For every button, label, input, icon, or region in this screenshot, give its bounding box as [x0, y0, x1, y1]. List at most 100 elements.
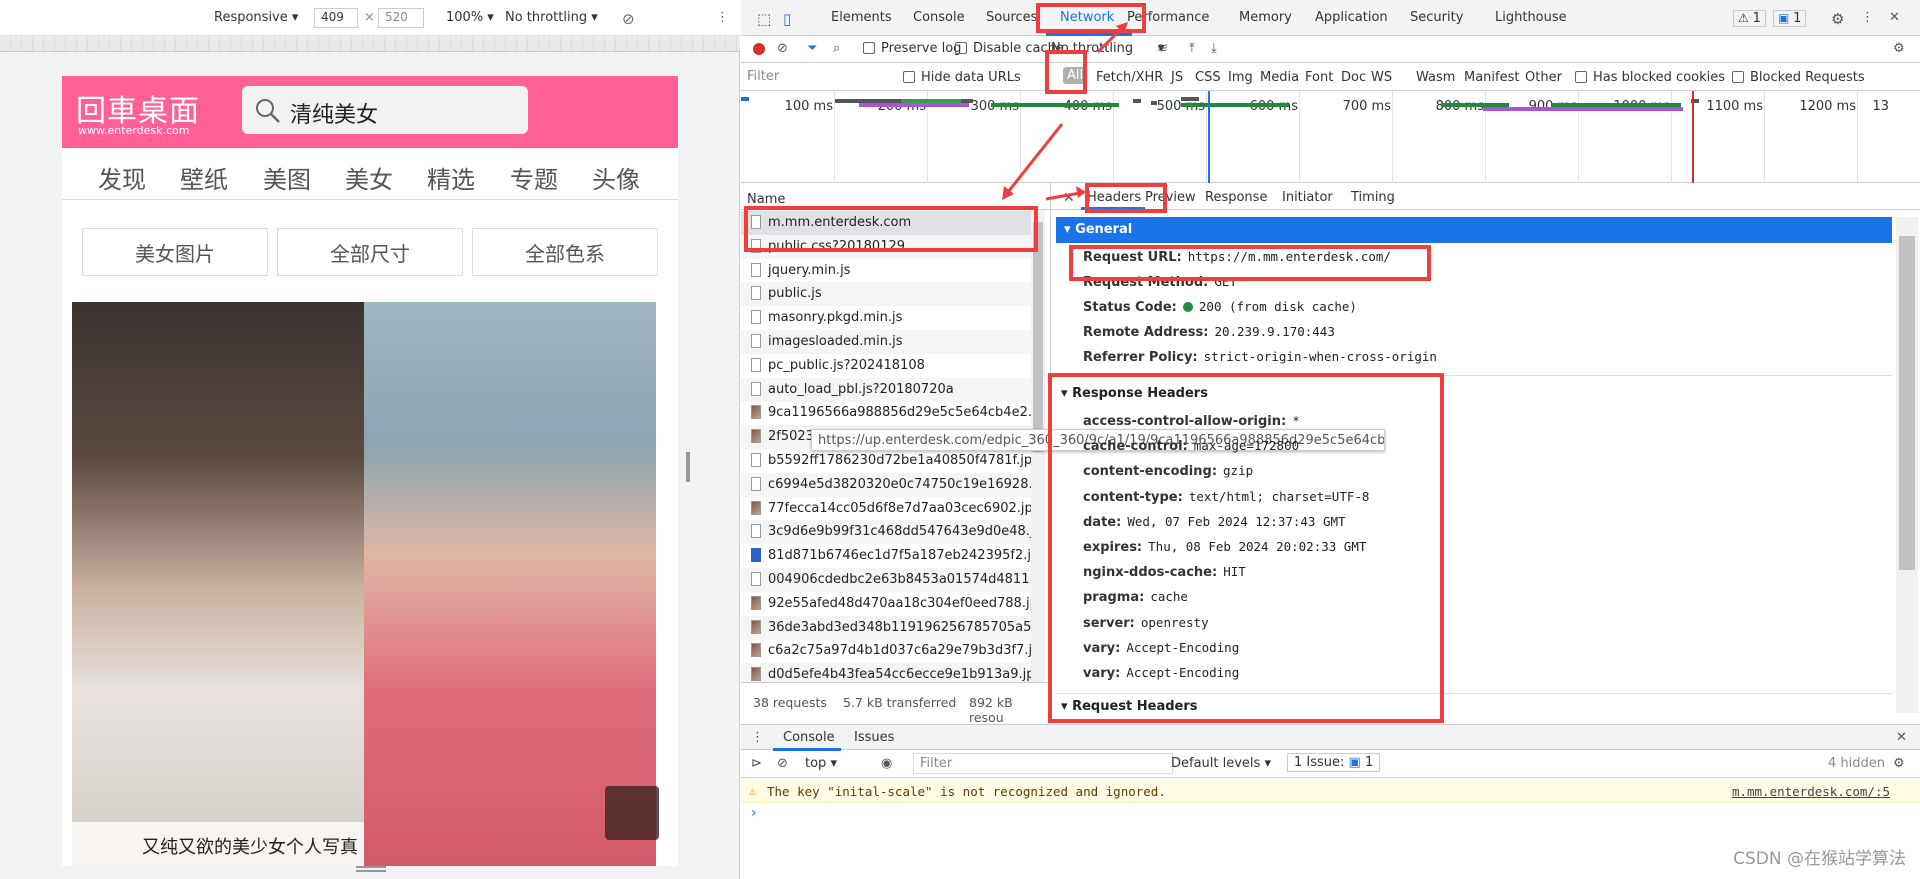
request-row[interactable]: 9ca1196566a988856d29e5c5e64cb4e2.jpg — [741, 401, 1031, 425]
has-blocked-cookies-checkbox[interactable]: Has blocked cookies — [1575, 70, 1725, 85]
photo-thumbnail[interactable] — [72, 302, 364, 822]
console-settings-icon[interactable]: ⚙ — [1893, 756, 1905, 771]
warnings-badge[interactable]: ⚠ 1 — [1733, 10, 1766, 27]
export-icon[interactable]: ⤓ — [1211, 41, 1217, 56]
preserve-log-checkbox[interactable]: Preserve log — [863, 41, 961, 56]
photo-thumbnail[interactable] — [364, 302, 656, 866]
nav-item[interactable]: 头像 — [592, 160, 640, 195]
tab-application[interactable]: Application — [1315, 10, 1388, 25]
log-levels-select[interactable]: Default levels ▾ — [1171, 756, 1271, 771]
nav-item[interactable]: 发现 — [98, 160, 146, 195]
filter-js[interactable]: JS — [1171, 70, 1183, 85]
resize-handle-right[interactable] — [686, 452, 690, 482]
request-row[interactable]: b5592ff1786230d72be1a40850f4781f.jpg — [741, 449, 1031, 473]
request-row[interactable]: pc_public.js?202418108 — [741, 354, 1031, 378]
back-to-top-button[interactable] — [605, 786, 659, 840]
filter-img[interactable]: Img — [1228, 70, 1253, 85]
nav-item[interactable]: 精选 — [427, 160, 475, 195]
hide-data-urls-checkbox[interactable]: Hide data URLs — [903, 70, 1021, 85]
filter-category[interactable]: 美女图片 — [82, 228, 268, 276]
request-row[interactable]: 81d871b6746ec1d7f5a187eb242395f2.jpg — [741, 544, 1031, 568]
network-conditions-icon[interactable]: ≋ — [1157, 41, 1168, 56]
request-row[interactable]: c6994e5d3820320e0c74750c19e16928.jpg — [741, 472, 1031, 497]
throttle-select[interactable]: No throttling ▾ — [505, 10, 598, 25]
clear-icon[interactable]: ⊘ — [777, 41, 788, 56]
settings-icon[interactable]: ⚙ — [1831, 10, 1844, 28]
import-icon[interactable]: ⤒ — [1189, 41, 1195, 56]
network-filter-input[interactable]: Filter — [747, 69, 897, 84]
request-row[interactable]: 92e55afed48d470aa18c304ef0eed788.jpg — [741, 592, 1031, 616]
tab-elements[interactable]: Elements — [831, 10, 892, 25]
filter-size[interactable]: 全部尺寸 — [277, 228, 463, 276]
device-select[interactable]: Responsive ▾ — [214, 10, 298, 25]
filter-font[interactable]: Font — [1305, 70, 1333, 85]
filter-icon[interactable]: ⏷ — [807, 41, 817, 56]
network-overview-timeline[interactable]: 100 ms 200 ms 300 ms 400 ms 500 ms 600 m… — [741, 91, 1920, 183]
more-icon[interactable]: ⋮ — [716, 10, 729, 25]
resize-handle-bottom[interactable] — [356, 866, 386, 872]
request-row[interactable]: public.js — [741, 282, 1031, 307]
tab-sources[interactable]: Sources — [986, 10, 1037, 25]
tab-memory[interactable]: Memory — [1239, 10, 1292, 25]
drawer-menu-icon[interactable]: ⋮ — [751, 730, 764, 745]
height-input[interactable]: 520 — [378, 8, 424, 28]
tab-console[interactable]: Console — [913, 10, 965, 25]
clear-console-icon[interactable]: ⊘ — [777, 756, 788, 771]
detail-scroll-thumb[interactable] — [1899, 236, 1915, 570]
request-row[interactable]: auto_load_pbl.js?20180720a — [741, 377, 1031, 402]
width-input[interactable]: 409 — [314, 8, 358, 28]
sidebar-toggle-icon[interactable]: ⊳ — [751, 756, 762, 771]
request-row[interactable]: imagesloaded.min.js — [741, 330, 1031, 354]
request-row[interactable]: 77fecca14cc05d6f8e7d7aa03cec6902.jpg — [741, 497, 1031, 521]
request-row[interactable]: masonry.pkgd.min.js — [741, 306, 1031, 330]
record-icon[interactable] — [753, 43, 765, 55]
filter-ws[interactable]: WS — [1371, 70, 1392, 85]
blocked-requests-checkbox[interactable]: Blocked Requests — [1732, 70, 1865, 85]
general-section-header[interactable]: ▾ General — [1056, 217, 1892, 243]
request-list-scroll-thumb[interactable] — [1033, 222, 1043, 452]
request-row[interactable]: 004906cdedbc2e63b8453a01574d4811.jpg — [741, 568, 1031, 592]
warning-source-link[interactable]: m.mm.enterdesk.com/:5 — [1732, 784, 1890, 799]
more-icon[interactable]: ⋮ — [1861, 10, 1874, 25]
drawer-tab-console[interactable]: Console — [783, 730, 835, 745]
filter-media[interactable]: Media — [1260, 70, 1299, 85]
tab-security[interactable]: Security — [1410, 10, 1463, 25]
request-row[interactable]: jquery.min.js — [741, 259, 1031, 283]
console-prompt-icon[interactable]: › — [751, 805, 757, 821]
close-detail-icon[interactable]: ✕ — [1063, 190, 1075, 206]
messages-badge[interactable]: ▣ 1 — [1773, 10, 1807, 27]
request-row[interactable]: 36de3abd3ed348b119196256785705a5.jpg — [741, 615, 1031, 640]
filter-manifest[interactable]: Manifest — [1464, 70, 1519, 85]
filter-wasm[interactable]: Wasm — [1416, 70, 1455, 85]
photo-caption[interactable]: 又纯又欲的美少女个人写真 — [72, 822, 364, 866]
tab-response[interactable]: Response — [1205, 190, 1267, 205]
tab-lighthouse[interactable]: Lighthouse — [1495, 10, 1567, 25]
network-settings-icon[interactable]: ⚙ — [1893, 41, 1905, 56]
device-toggle-icon[interactable]: ▯ — [783, 10, 791, 28]
search-input[interactable]: 清纯美女 — [242, 86, 528, 134]
rotate-icon[interactable]: ⊘ — [622, 10, 635, 28]
nav-item[interactable]: 美图 — [263, 160, 311, 195]
live-expression-icon[interactable]: ◉ — [881, 756, 892, 771]
context-select[interactable]: top ▾ — [805, 756, 837, 771]
filter-color[interactable]: 全部色系 — [472, 228, 658, 276]
request-row[interactable]: 3c9d6e9b99f31c468dd547643e9d0e48.jpg — [741, 520, 1031, 545]
tab-timing[interactable]: Timing — [1351, 190, 1395, 205]
filter-doc[interactable]: Doc — [1341, 70, 1366, 85]
filter-other[interactable]: Other — [1525, 70, 1562, 85]
filter-css[interactable]: CSS — [1195, 70, 1221, 85]
nav-item[interactable]: 专题 — [510, 160, 558, 195]
issues-button[interactable]: 1 Issue: ▣ 1 — [1287, 753, 1381, 772]
zoom-select[interactable]: 100% ▾ — [446, 10, 494, 25]
tab-initiator[interactable]: Initiator — [1282, 190, 1333, 205]
inspect-icon[interactable]: ⬚ — [757, 10, 771, 28]
close-drawer-icon[interactable]: ✕ — [1896, 730, 1907, 745]
nav-item[interactable]: 美女 — [345, 160, 393, 195]
nav-item[interactable]: 壁纸 — [180, 160, 228, 195]
request-row[interactable]: d0d5efe4b43fea54cc6ecce9e1b913a9.jpg — [741, 663, 1031, 682]
console-filter-input[interactable]: Filter — [913, 753, 1173, 774]
search-icon[interactable]: ⌕ — [833, 41, 840, 56]
filter-fetch-xhr[interactable]: Fetch/XHR — [1096, 70, 1163, 85]
close-icon[interactable]: ✕ — [1889, 10, 1900, 25]
drawer-tab-issues[interactable]: Issues — [854, 730, 894, 745]
